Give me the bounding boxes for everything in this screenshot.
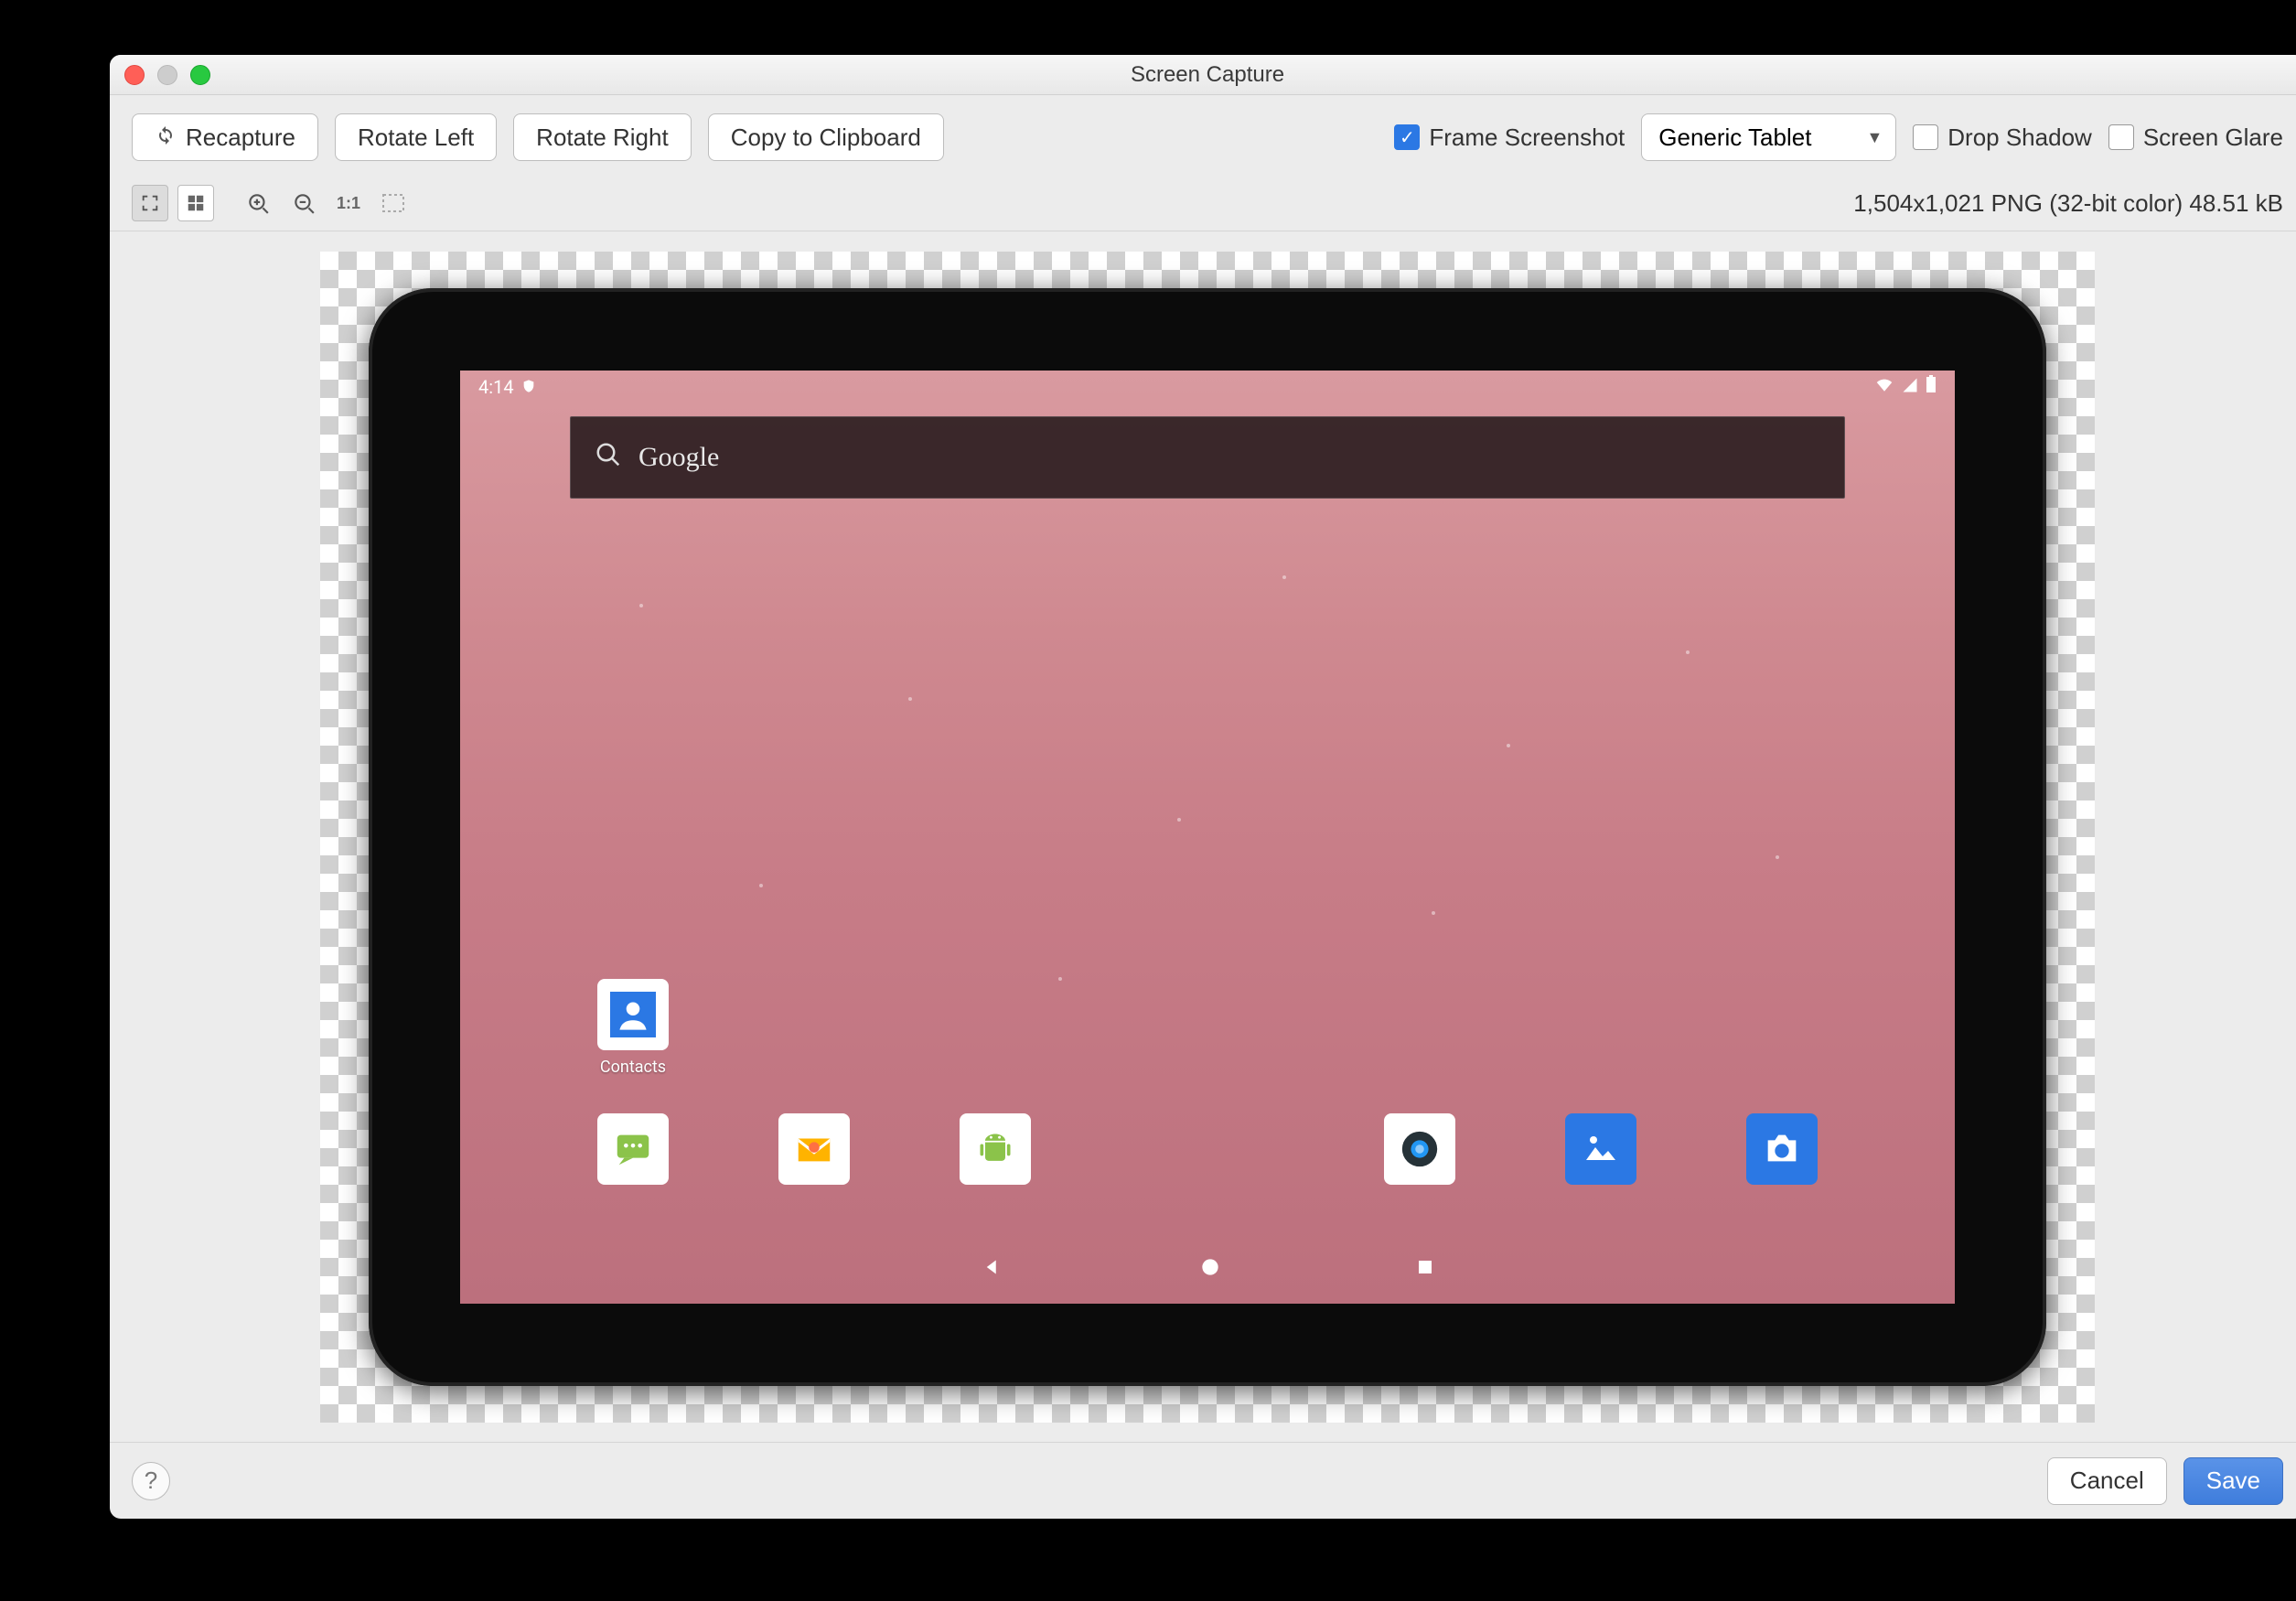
zoom-in-button[interactable] [240,185,276,221]
checkbox-icon [2108,124,2134,150]
window-close-button[interactable] [124,65,145,85]
app-android[interactable] [960,1113,1031,1185]
app-label: Contacts [600,1058,666,1077]
browser-icon [1384,1113,1455,1185]
footer: ? Cancel Save [110,1442,2296,1519]
frame-screenshot-checkbox[interactable]: ✓ Frame Screenshot [1394,124,1625,152]
nav-recent-button[interactable] [1414,1256,1436,1283]
device-frame-select[interactable]: Generic Tablet ▼ [1641,113,1896,161]
search-icon [595,441,622,473]
zoom-toolbar: 1:1 1,504x1,021 PNG (32-bit color) 48.51… [110,179,2296,231]
canvas-area: 4:14 Google [110,231,2296,1442]
zoom-select-button[interactable] [375,185,412,221]
save-button[interactable]: Save [2183,1457,2283,1505]
rotate-left-button[interactable]: Rotate Left [335,113,497,161]
email-icon [778,1113,850,1185]
transparency-background: 4:14 Google [320,252,2095,1423]
device-screen: 4:14 Google [460,371,1955,1304]
refresh-icon [155,124,177,152]
app-gallery[interactable] [1565,1113,1636,1185]
android-icon [960,1113,1031,1185]
app-email[interactable] [778,1113,850,1185]
window-zoom-button[interactable] [190,65,210,85]
recapture-button[interactable]: Recapture [132,113,318,161]
screen-glare-checkbox[interactable]: Screen Glare [2108,124,2283,152]
toolbar: Recapture Rotate Left Rotate Right Copy … [110,95,2296,179]
window-minimize-button[interactable] [157,65,177,85]
google-search-bar[interactable]: Google [570,416,1845,499]
checkbox-icon [1913,124,1938,150]
help-button[interactable]: ? [132,1462,170,1500]
titlebar: Screen Capture [110,55,2296,95]
camera-icon [1746,1113,1818,1185]
tablet-frame: 4:14 Google [369,288,2046,1386]
gallery-icon [1565,1113,1636,1185]
contacts-icon [597,979,669,1050]
battery-icon [1926,375,1937,398]
notification-icon [521,376,536,398]
window-title: Screen Capture [110,62,2296,88]
signal-icon [1902,376,1918,398]
nav-home-button[interactable] [1198,1255,1222,1284]
cancel-button[interactable]: Cancel [2047,1457,2167,1505]
nav-back-button[interactable] [979,1253,1006,1285]
checkbox-icon: ✓ [1394,124,1420,150]
chevron-down-icon: ▼ [1866,128,1883,147]
messaging-icon [597,1113,669,1185]
image-info-label: 1,504x1,021 PNG (32-bit color) 48.51 kB [1853,189,2283,218]
statusbar-time: 4:14 [478,376,514,398]
copy-clipboard-button[interactable]: Copy to Clipboard [708,113,944,161]
wifi-icon [1874,376,1894,398]
android-statusbar: 4:14 [460,371,1955,403]
rotate-right-button[interactable]: Rotate Right [513,113,692,161]
zoom-fit-button[interactable] [132,185,168,221]
drop-shadow-checkbox[interactable]: Drop Shadow [1913,124,2092,152]
screen-capture-window: Screen Capture Recapture Rotate Left Rot… [110,55,2296,1519]
app-browser[interactable] [1384,1113,1455,1185]
app-camera[interactable] [1746,1113,1818,1185]
app-messaging[interactable] [597,1113,669,1185]
search-placeholder: Google [638,442,719,473]
zoom-out-button[interactable] [285,185,322,221]
zoom-actual-button[interactable]: 1:1 [331,185,366,221]
zoom-grid-button[interactable] [177,185,214,221]
android-navbar [460,1236,1955,1304]
app-contacts[interactable]: Contacts [597,979,669,1077]
